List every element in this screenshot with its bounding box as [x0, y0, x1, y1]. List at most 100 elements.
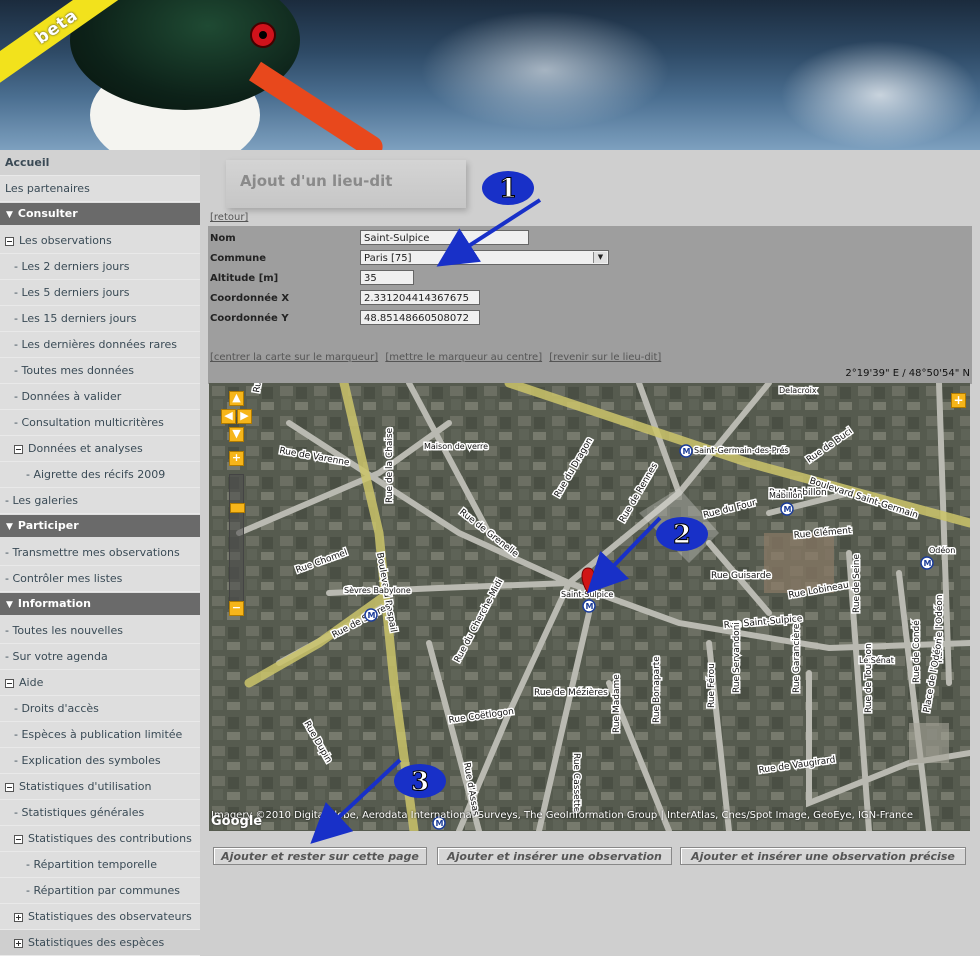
sidebar-item[interactable]: Aide [0, 670, 200, 696]
commune-select[interactable]: Paris [75] ▼ [360, 250, 609, 265]
sidebar-item[interactable]: - Répartition temporelle [0, 852, 200, 878]
pan-up-icon[interactable]: ▲ [229, 391, 244, 406]
sidebar-section-label: Participer [17, 519, 79, 532]
sidebar-item-label: - Consultation multicritères [14, 416, 164, 429]
collapse-icon[interactable] [5, 678, 14, 688]
sidebar-item-label: - Toutes les nouvelles [5, 624, 123, 637]
annotation-oval [482, 171, 534, 205]
sidebar-item[interactable]: - Aigrette des récifs 2009 [0, 462, 200, 488]
sidebar-item-label: - Transmettre mes observations [5, 546, 180, 559]
map-canvas[interactable]: Boulevard RaspailRue de SèvresRue de Var… [209, 383, 970, 831]
sidebar-item-label: - Aigrette des récifs 2009 [26, 468, 166, 481]
move-marker-link[interactable]: [mettre le marqueur au centre] [385, 352, 542, 363]
satellite-map[interactable]: Boulevard Raspail Rue de Sèvres Rue de Var… [209, 383, 970, 831]
sidebar-item[interactable]: - Toutes les nouvelles [0, 618, 200, 644]
sidebar-item[interactable]: - Les 2 derniers jours [0, 254, 200, 280]
sidebar-section-label: Consulter [17, 207, 78, 220]
collapse-icon[interactable] [14, 444, 23, 454]
sidebar-item[interactable]: Statistiques des contributions [0, 826, 200, 852]
lieu-dit-form: Nom Saint-Sulpice Commune Paris [75] ▼ A… [208, 226, 972, 384]
sidebar-item[interactable]: Les partenaires [0, 176, 200, 202]
sidebar-item[interactable]: - Statistiques générales [0, 800, 200, 826]
coord-y-input[interactable]: 48.85148660508072 [360, 310, 480, 325]
sidebar-item[interactable]: Données et analyses [0, 436, 200, 462]
coord-x-input[interactable]: 2.331204414367675 [360, 290, 480, 305]
google-logo: Google [211, 814, 263, 829]
sidebar-item[interactable]: - Les 15 derniers jours [0, 306, 200, 332]
map-place-label: Sèvres Babylone [344, 585, 411, 595]
pan-down-icon[interactable]: ▼ [229, 427, 244, 442]
bird-eye [250, 22, 276, 48]
water-splash [780, 40, 980, 150]
sidebar-item-label: - Données à valider [14, 390, 122, 403]
collapse-icon[interactable] [5, 236, 14, 246]
sidebar-item[interactable]: Les observations [0, 228, 200, 254]
sidebar-item[interactable]: - Les galeries [0, 488, 200, 514]
sidebar-item-label: Statistiques des espèces [28, 936, 165, 949]
map-place-label: Mabillon [769, 491, 803, 500]
sidebar-item-label: - Sur votre agenda [5, 650, 108, 663]
coordinates-readout: 2°19'39" E / 48°50'54" N [845, 368, 970, 379]
map-street-label: Rue de la Chaise [385, 427, 395, 503]
triangle-down-icon: ▼ [6, 600, 13, 610]
altitude-input[interactable]: 35 [360, 270, 414, 285]
sidebar-item[interactable]: Statistiques des observateurs [0, 904, 200, 930]
annotation-number: 1 [499, 174, 517, 204]
metro-icon-letter: M [368, 611, 376, 620]
sidebar-item[interactable]: - Transmettre mes observations [0, 540, 200, 566]
sidebar-item[interactable]: - Droits d'accès [0, 696, 200, 722]
sidebar-item-label: - Explication des symboles [14, 754, 161, 767]
chevron-down-icon[interactable]: ▼ [593, 252, 607, 263]
back-to-place-link[interactable]: [revenir sur le lieu-dit] [549, 352, 661, 363]
center-map-link[interactable]: [centrer la carte sur le marqueur] [210, 352, 378, 363]
pan-right-icon[interactable]: ▶ [237, 409, 252, 424]
page-title-card: Ajout d'un lieu-dit [226, 160, 466, 208]
sidebar-item-label: Statistiques des observateurs [28, 910, 192, 923]
sidebar-item-label: - Les 15 derniers jours [14, 312, 137, 325]
sidebar-item[interactable]: - Consultation multicritères [0, 410, 200, 436]
map-street-label: Rue Bonaparte [652, 656, 662, 723]
sidebar-item[interactable]: Statistiques d'utilisation [0, 774, 200, 800]
sidebar-item[interactable]: - Contrôler mes listes [0, 566, 200, 592]
sidebar-item[interactable]: - Espèces à publication limitée [0, 722, 200, 748]
map-place-label: Le Sénat [859, 655, 894, 665]
back-link[interactable]: [retour] [210, 212, 248, 223]
zoom-out-icon[interactable]: − [229, 601, 244, 616]
sidebar-section-consulter[interactable]: ▼ Consulter [0, 203, 200, 225]
sidebar-item[interactable]: - Données à valider [0, 384, 200, 410]
collapse-icon[interactable] [5, 782, 14, 792]
sidebar-item[interactable]: - Répartition par communes [0, 878, 200, 904]
map-place-label: Delacroix [779, 386, 817, 395]
sidebar-item[interactable]: - Explication des symboles [0, 748, 200, 774]
sidebar-section-information[interactable]: ▼ Information [0, 593, 200, 615]
metro-icon-letter: M [924, 559, 932, 568]
nom-input[interactable]: Saint-Sulpice [360, 230, 529, 245]
header-banner: beta [0, 0, 980, 150]
expand-icon[interactable] [14, 938, 23, 948]
map-street-label: Rue de Condé [911, 620, 922, 683]
metro-icon-letter: M [784, 505, 792, 514]
sidebar-item[interactable]: - Toutes mes données [0, 358, 200, 384]
zoom-slider-handle[interactable] [230, 503, 245, 513]
add-insert-precise-observation-button[interactable]: Ajouter et insérer une observation préci… [680, 847, 966, 865]
sidebar-section-label: Information [17, 597, 91, 610]
sidebar-section-participer[interactable]: ▼ Participer [0, 515, 200, 537]
sidebar-item[interactable]: - Les dernières données rares [0, 332, 200, 358]
zoom-slider[interactable] [229, 474, 245, 614]
sidebar-item[interactable]: - Les 5 derniers jours [0, 280, 200, 306]
add-insert-observation-button[interactable]: Ajouter et insérer une observation [437, 847, 672, 865]
sidebar-item-label: - Les galeries [5, 494, 79, 507]
zoom-in-icon[interactable]: + [229, 451, 244, 466]
collapse-icon[interactable] [14, 834, 23, 844]
sidebar-item-label: Accueil [5, 156, 50, 169]
sidebar-item[interactable]: Accueil [0, 150, 200, 176]
sidebar-item[interactable]: - Sur votre agenda [0, 644, 200, 670]
nom-label: Nom [210, 233, 236, 244]
pan-left-icon[interactable]: ◀ [221, 409, 236, 424]
add-stay-button[interactable]: Ajouter et rester sur cette page [213, 847, 427, 865]
expand-icon[interactable] [14, 912, 23, 922]
triangle-down-icon: ▼ [6, 210, 13, 220]
expand-icon[interactable]: + [951, 393, 966, 408]
altitude-label: Altitude [m] [210, 273, 279, 284]
sidebar-item[interactable]: Statistiques des espèces [0, 930, 200, 956]
